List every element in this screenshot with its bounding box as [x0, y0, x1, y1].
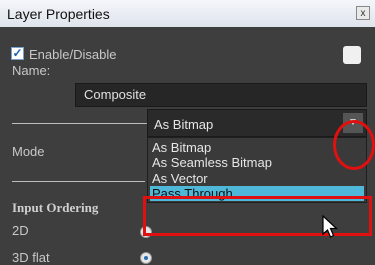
close-icon: x — [360, 8, 366, 19]
close-button[interactable]: x — [356, 6, 370, 20]
checkmark-icon: ✓ — [12, 46, 23, 60]
mouse-cursor-icon — [322, 215, 339, 238]
annotation-circle — [333, 120, 375, 170]
input-ordering-heading: Input Ordering — [12, 200, 99, 215]
mode-option-as-bitmap[interactable]: As Bitmap — [152, 140, 211, 155]
title-bar: Layer Properties x — [0, 0, 375, 28]
name-field[interactable]: Composite — [75, 83, 367, 107]
name-label: Name: — [12, 63, 51, 78]
enable-checkbox[interactable]: ✓ — [11, 47, 24, 60]
mode-option-as-seamless-bitmap[interactable]: As Seamless Bitmap — [152, 155, 272, 170]
mode-option-as-vector[interactable]: As Vector — [152, 171, 208, 186]
mode-select[interactable]: As Bitmap ▼ — [147, 109, 367, 137]
layer-color-swatch[interactable] — [343, 46, 361, 64]
window-title: Layer Properties — [7, 6, 110, 22]
ordering-option-3d-flat: 3D flat — [12, 250, 50, 265]
enable-label: Enable/Disable — [29, 47, 117, 62]
name-value: Composite — [84, 87, 147, 102]
mode-label: Mode — [12, 144, 45, 159]
ordering-option-2d: 2D — [12, 223, 29, 238]
mode-value: As Bitmap — [154, 117, 214, 132]
radio-3d-flat[interactable] — [140, 252, 152, 264]
divider — [12, 181, 145, 182]
